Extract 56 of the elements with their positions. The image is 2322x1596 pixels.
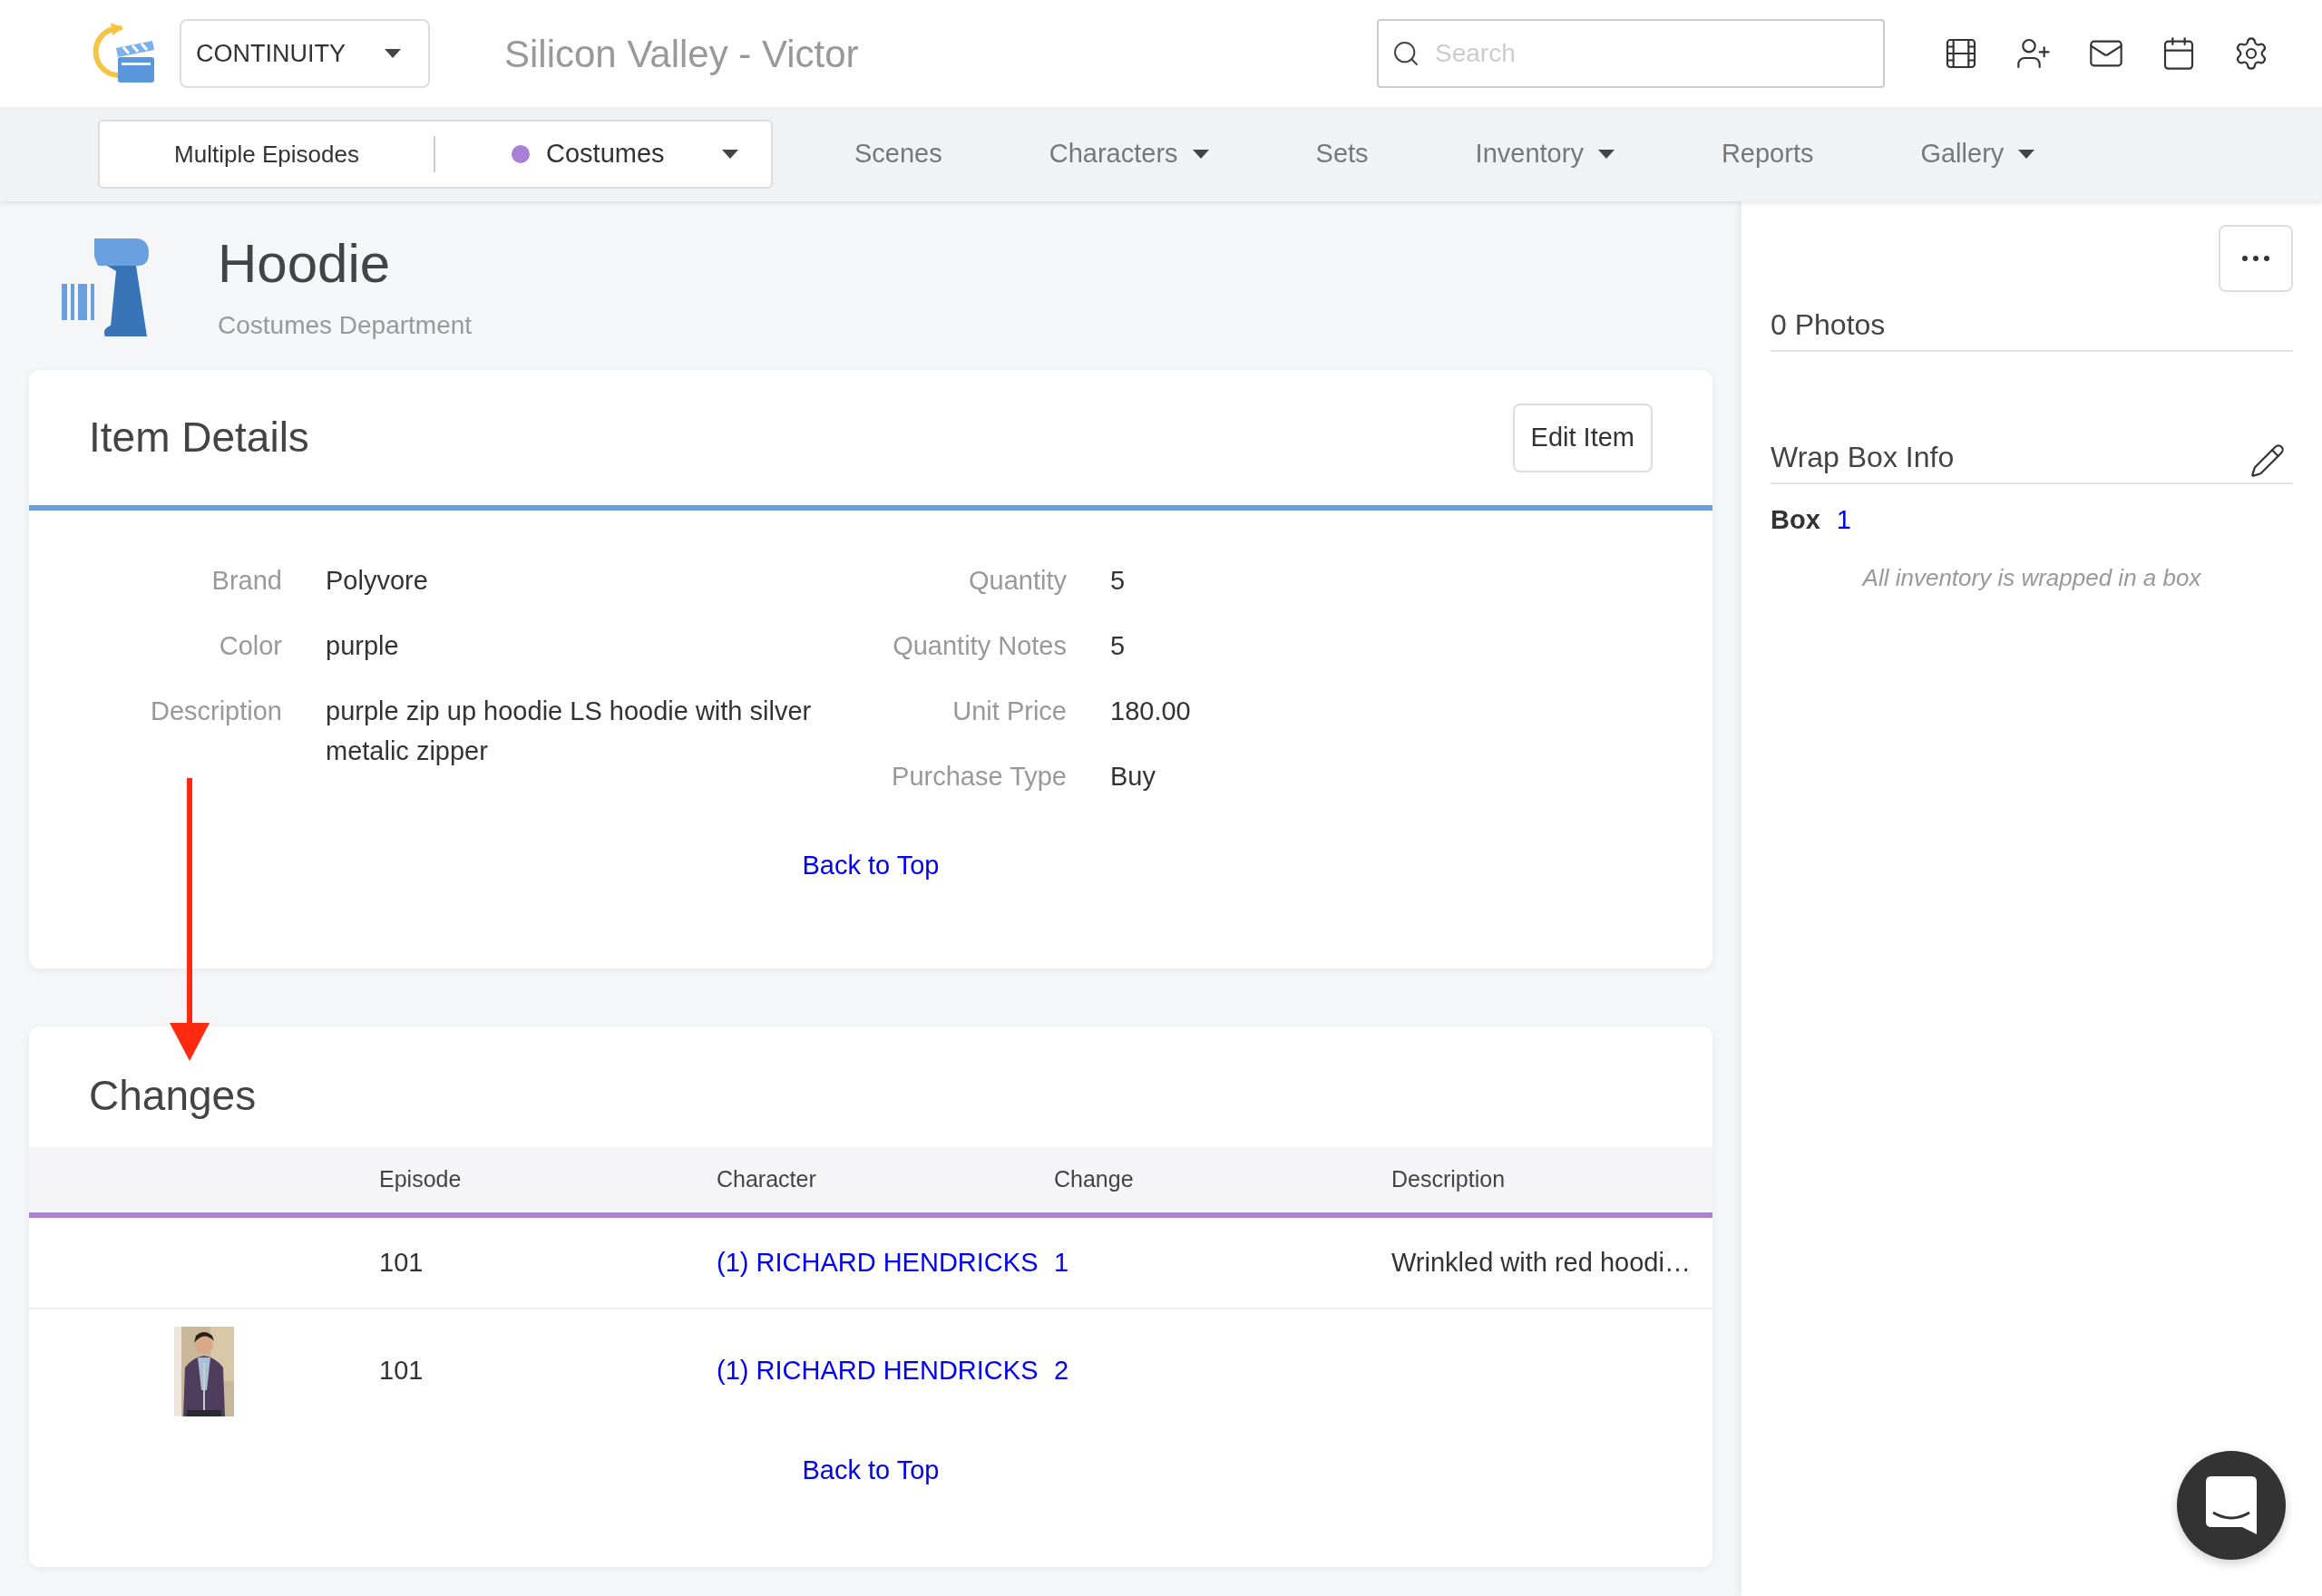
column-header: Episode (379, 1165, 463, 1194)
field-value: purple (326, 630, 399, 662)
nav-item[interactable]: Characters (1049, 134, 1209, 174)
project-title: Silicon Valley - Victor (504, 31, 859, 77)
table-cell-text: 101 (379, 1246, 424, 1279)
card-title: Changes (89, 1071, 257, 1121)
caret-icon (1192, 150, 1209, 159)
app-switcher-dropdown[interactable]: CONTINUITY (180, 19, 430, 88)
character-link[interactable]: (1) RICHARD HENDRICKS (717, 1351, 1054, 1391)
field-label: Purchase Type (891, 761, 1067, 793)
box-label: Box (1771, 504, 1820, 536)
caret-icon (385, 49, 401, 58)
change-link[interactable]: 2 (1054, 1351, 1391, 1391)
caret-icon (2018, 150, 2035, 159)
nav-item[interactable]: Gallery (1920, 134, 2035, 174)
field-label: Quantity (968, 565, 1067, 597)
back-to-top-link[interactable]: Back to Top (802, 1451, 940, 1491)
episode-filter[interactable]: Multiple Episodes (100, 136, 434, 172)
character-link[interactable]: (1) RICHARD HENDRICKS (717, 1242, 1054, 1283)
field-value: Buy (1110, 761, 1156, 793)
caret-icon (722, 150, 738, 159)
caret-icon (1597, 150, 1615, 159)
field-value: 5 (1110, 630, 1126, 662)
field-value: 180.00 (1110, 696, 1191, 727)
table-cell-text: Wrinkled with red hoodi… (1391, 1246, 1692, 1279)
nav-item[interactable]: Inventory (1475, 134, 1615, 174)
column-header: Description (1391, 1165, 1507, 1194)
more-icon (2242, 256, 2269, 261)
field-label: Description (149, 696, 282, 727)
search-icon (1391, 39, 1420, 68)
field-value: purple zip up hoodie LS hoodie with silver metalic zipper (326, 696, 813, 767)
item-title: Hoodie (218, 234, 392, 294)
box-link[interactable]: 1 (1836, 501, 1851, 540)
department-dropdown[interactable]: Costumes (435, 134, 771, 174)
field-label: Unit Price (951, 696, 1067, 727)
back-to-top-link[interactable]: Back to Top (802, 846, 940, 886)
field-label: Color (218, 630, 282, 662)
change-link[interactable]: 1 (1054, 1242, 1391, 1283)
section-title: Wrap Box Info (1771, 440, 1955, 475)
field-value: Polyvore (326, 565, 428, 597)
section-title: 0 Photos (1771, 308, 1886, 341)
nav-item[interactable]: Reports (1721, 134, 1814, 174)
column-header: Change (1054, 1165, 1135, 1194)
item-subtitle: Costumes Department (218, 310, 473, 341)
edit-icon[interactable] (2249, 443, 2286, 479)
table-cell-text: 101 (379, 1355, 424, 1387)
field-label: Brand (210, 565, 282, 597)
field-label: Quantity Notes (892, 630, 1067, 662)
nav-item[interactable]: Sets (1315, 134, 1369, 174)
chat-icon (2206, 1476, 2257, 1534)
wrap-note: All inventory is wrapped in a box (1860, 562, 2202, 593)
edit-item-button[interactable]: Edit Item (1512, 403, 1653, 472)
field-value: 5 (1110, 565, 1126, 597)
card-title: Item Details (89, 413, 309, 462)
column-header: Character (717, 1165, 817, 1194)
nav-item[interactable]: Scenes (854, 134, 942, 174)
